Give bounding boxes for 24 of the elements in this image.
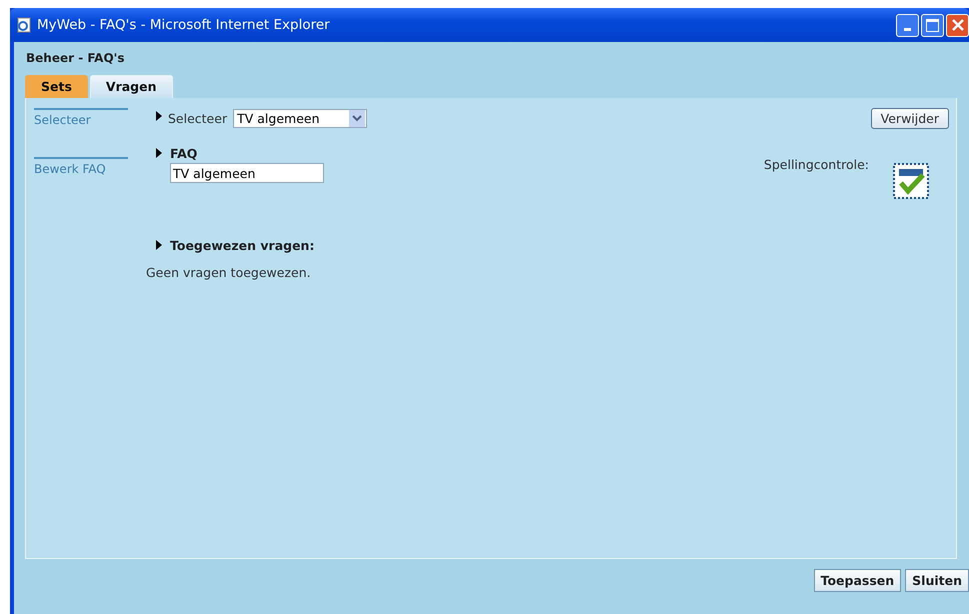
- select-label: Selecteer: [168, 110, 228, 126]
- tab[interactable]: Vragen: [90, 75, 173, 98]
- footer-button[interactable]: Sluiten: [905, 569, 969, 592]
- section-heading: FAQ: [170, 146, 198, 160]
- maximize-button[interactable]: [921, 14, 944, 36]
- close-button[interactable]: [946, 14, 969, 36]
- tab[interactable]: Sets: [25, 75, 88, 98]
- footer-button[interactable]: Toepassen: [814, 569, 902, 592]
- triangle-icon: [156, 148, 162, 158]
- delete-button[interactable]: Verwijder: [870, 108, 949, 128]
- page-title: Beheer - FAQ's: [25, 50, 126, 67]
- triangle-icon: [156, 111, 162, 121]
- triangle-icon: [156, 240, 162, 250]
- empty-message: Geen vragen toegewezen.: [146, 265, 312, 280]
- page-icon: [16, 17, 32, 33]
- close-icon: [950, 18, 964, 32]
- spellcheck-icon[interactable]: [893, 163, 929, 199]
- caret-icon[interactable]: [349, 110, 366, 126]
- set-dropdown[interactable]: TV algemeen: [233, 108, 368, 128]
- window-title: MyWeb - FAQ's - Microsoft Internet Explorer: [37, 17, 330, 33]
- faq-name-field[interactable]: TV algemeen: [170, 163, 324, 183]
- minimize-button[interactable]: [896, 14, 919, 36]
- section-heading: Toegewezen vragen:: [170, 238, 314, 252]
- spellcheck-label: Spellingcontrole:: [764, 157, 869, 172]
